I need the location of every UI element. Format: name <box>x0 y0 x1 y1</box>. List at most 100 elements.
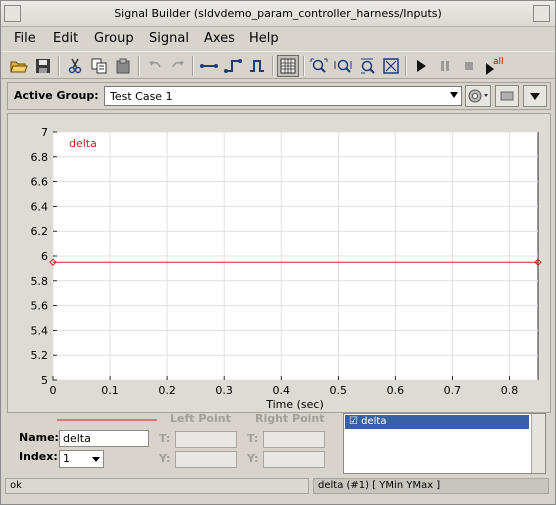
open-icon <box>10 61 28 73</box>
y-tick-label: 5.4 <box>31 324 49 337</box>
title-bar[interactable]: Signal Builder (sldvdemo_param_controlle… <box>1 1 555 27</box>
menu-axes[interactable]: Axes <box>204 31 235 46</box>
x-tick-label: 0.4 <box>272 384 290 397</box>
collapse-button[interactable] <box>523 85 547 107</box>
signal-builder-window: Signal Builder (sldvdemo_param_controlle… <box>0 0 556 505</box>
active-group-bar: Active Group: Test Case 1 <box>7 82 551 110</box>
list-scrollbar[interactable] <box>531 414 545 473</box>
x-tick-label: 0.2 <box>158 384 176 397</box>
menu-bar: File Edit Group Signal Axes Help <box>1 28 555 50</box>
run-all-label: all <box>493 57 504 67</box>
signal-chart[interactable]: 0 0.1 0.2 0.3 0.4 0.5 0.6 0.7 0.8 5 5.2 5.4 5.6 5.8 6 6… <box>8 114 550 412</box>
undo-icon <box>149 61 161 68</box>
index-value: 1 <box>63 452 70 465</box>
open-button[interactable] <box>8 55 30 77</box>
point-editor: Left Point Right Point Name: delta T: T:… <box>7 409 551 477</box>
menu-signal[interactable]: Signal <box>149 31 189 46</box>
menu-group[interactable]: Group <box>94 31 134 46</box>
checkbox-icon[interactable]: ☑ <box>349 416 358 427</box>
signal-list[interactable]: ☑ delta <box>343 413 546 474</box>
menu-edit[interactable]: Edit <box>53 31 78 46</box>
index-label: Index: <box>19 450 58 463</box>
name-label: Name: <box>19 431 59 444</box>
save-icon <box>36 59 50 73</box>
menu-edit-label: Edit <box>53 31 79 46</box>
zoom-x-icon <box>334 59 352 73</box>
grid-toggle-button[interactable] <box>277 55 299 77</box>
status-bar: ok delta (#1) [ YMin YMax ] <box>1 478 555 504</box>
x-tick-label: 0.1 <box>101 384 119 397</box>
left-t-label: T: <box>159 432 171 445</box>
pause-icon <box>441 61 449 71</box>
run-all-button[interactable]: all <box>482 55 508 77</box>
right-point-label: Right Point <box>255 412 325 425</box>
signal-name-field[interactable]: delta <box>59 430 149 447</box>
right-t-label: T: <box>247 432 259 445</box>
menu-file[interactable]: File <box>14 31 36 46</box>
x-tick-label: 0.8 <box>501 384 519 397</box>
stop-icon <box>465 62 473 70</box>
active-group-select[interactable]: Test Case 1 <box>104 86 462 106</box>
step-icon <box>224 59 242 73</box>
left-point-label: Left Point <box>170 412 231 425</box>
y-tick-label: 6.4 <box>31 200 49 213</box>
chevron-down-icon <box>530 93 540 100</box>
y-tick-label: 6.6 <box>31 176 49 189</box>
pause-simulation-button[interactable] <box>434 55 456 77</box>
left-y-label: Y: <box>159 452 171 465</box>
left-point-t-field <box>175 431 237 448</box>
active-group-value: Test Case 1 <box>110 90 173 103</box>
paste-button[interactable] <box>112 55 134 77</box>
fit-icon <box>383 58 399 74</box>
start-simulation-button[interactable] <box>410 55 432 77</box>
constant-signal-button[interactable] <box>198 55 220 77</box>
y-tick-label: 7 <box>41 126 48 139</box>
menu-help[interactable]: Help <box>249 31 279 46</box>
right-y-label: Y: <box>247 452 259 465</box>
redo-button[interactable] <box>167 55 189 77</box>
step-signal-button[interactable] <box>222 55 244 77</box>
y-tick-label: 5.2 <box>31 349 49 362</box>
copy-button[interactable] <box>88 55 110 77</box>
menu-axes-label: Axes <box>204 31 235 46</box>
signal-list-item-label: delta <box>361 416 387 427</box>
menu-help-label: Help <box>249 31 279 46</box>
close-window-button[interactable] <box>533 5 550 22</box>
status-selection: delta (#1) [ YMin YMax ] <box>313 478 549 494</box>
signal-index-select[interactable]: 1 <box>59 450 104 468</box>
zoom-y-icon <box>361 58 375 74</box>
show-block-button[interactable] <box>495 85 519 107</box>
undo-button[interactable] <box>144 55 166 77</box>
y-tick-label: 5.8 <box>31 275 49 288</box>
y-tick-label: 6.8 <box>31 151 49 164</box>
zoom-xy-icon <box>310 58 328 73</box>
stop-simulation-button[interactable] <box>458 55 480 77</box>
y-tick-label: 5 <box>41 374 48 387</box>
grid-icon <box>280 58 296 74</box>
x-tick-label: 0.5 <box>330 384 348 397</box>
group-menu-button[interactable] <box>465 85 491 107</box>
fit-to-view-button[interactable] <box>380 55 402 77</box>
series-label[interactable]: delta <box>69 137 97 150</box>
save-button[interactable] <box>32 55 54 77</box>
signal-line-preview <box>57 419 157 421</box>
x-tick-label: 0.3 <box>215 384 233 397</box>
menu-signal-label: Signal <box>149 31 189 46</box>
chevron-down-icon <box>450 92 458 98</box>
gear-icon <box>468 89 488 103</box>
pulse-signal-button[interactable] <box>246 55 268 77</box>
start-icon <box>417 60 426 72</box>
menu-file-label: File <box>14 31 36 46</box>
zoom-xy-button[interactable] <box>308 55 330 77</box>
constant-icon <box>200 64 218 68</box>
paste-icon <box>116 58 130 74</box>
y-tick-label: 6.2 <box>31 225 49 238</box>
y-tick-label: 5.6 <box>31 300 49 313</box>
zoom-x-button[interactable] <box>332 55 354 77</box>
menu-group-label: Group <box>94 31 134 46</box>
plot-panel: 0 0.1 0.2 0.3 0.4 0.5 0.6 0.7 0.8 5 5.2 5.4 5.6 5.8 6 6… <box>7 113 551 413</box>
cut-button[interactable] <box>64 55 86 77</box>
y-tick-label: 6 <box>41 250 48 263</box>
zoom-y-button[interactable] <box>356 55 378 77</box>
signal-list-item[interactable]: ☑ delta <box>345 415 529 429</box>
